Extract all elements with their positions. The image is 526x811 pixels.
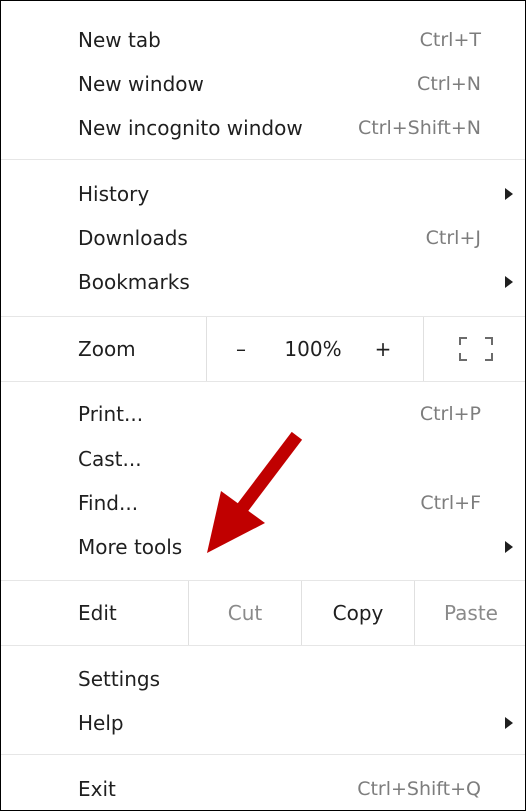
menu-item-print[interactable]: Print... Ctrl+P (1, 392, 525, 436)
menu-item-label: New window (78, 72, 204, 96)
shortcut-label: Ctrl+Shift+N (357, 117, 481, 139)
zoom-out-button[interactable]: – (223, 317, 259, 381)
paste-button[interactable]: Paste (415, 581, 526, 645)
menu-item-new-window[interactable]: New window Ctrl+N (1, 62, 525, 106)
chevron-right-icon (505, 717, 513, 729)
menu-separator (1, 645, 525, 646)
annotation-arrow-icon (207, 431, 303, 553)
menu-item-label: Cast... (78, 447, 142, 471)
menu-item-new-incognito-window[interactable]: New incognito window Ctrl+Shift+N (1, 106, 525, 150)
chevron-right-icon (505, 541, 513, 553)
menu-item-label: Downloads (78, 226, 188, 250)
cut-button[interactable]: Cut (189, 581, 301, 645)
edit-label: Edit (78, 601, 117, 625)
zoom-label: Zoom (78, 337, 136, 361)
menu-item-label: More tools (78, 535, 183, 559)
edit-row: Edit Cut Copy Paste (1, 581, 525, 645)
menu-item-label: Settings (78, 667, 161, 691)
chevron-right-icon (505, 188, 513, 200)
menu-item-downloads[interactable]: Downloads Ctrl+J (1, 216, 525, 260)
shortcut-label: Ctrl+N (417, 73, 481, 95)
fullscreen-icon[interactable] (459, 337, 493, 361)
zoom-divider (423, 317, 424, 381)
menu-item-history[interactable]: History (1, 172, 525, 216)
menu-item-label: Help (78, 711, 124, 735)
menu-item-label: New tab (78, 28, 161, 52)
shortcut-label: Ctrl+Shift+Q (357, 778, 481, 800)
menu-item-new-tab[interactable]: New tab Ctrl+T (1, 18, 525, 62)
zoom-in-button[interactable]: + (365, 317, 401, 381)
menu-item-label: Exit (78, 777, 116, 801)
shortcut-label: Ctrl+J (425, 227, 481, 249)
menu-item-help[interactable]: Help (1, 701, 525, 745)
chevron-right-icon (505, 276, 513, 288)
menu-separator (1, 159, 525, 160)
zoom-level: 100% (284, 337, 342, 361)
menu-item-label: History (78, 182, 150, 206)
menu-separator (1, 754, 525, 755)
menu-item-bookmarks[interactable]: Bookmarks (1, 260, 525, 304)
shortcut-label: Ctrl+F (420, 492, 481, 514)
shortcut-label: Ctrl+P (419, 403, 481, 425)
chrome-main-menu: New tab Ctrl+T New window Ctrl+N New inc… (0, 0, 526, 811)
shortcut-label: Ctrl+T (419, 29, 481, 51)
zoom-divider (206, 317, 207, 381)
menu-separator (1, 381, 525, 382)
menu-item-settings[interactable]: Settings (1, 657, 525, 701)
menu-item-label: New incognito window (78, 116, 303, 140)
zoom-row: Zoom – 100% + (1, 317, 525, 381)
menu-item-label: Find... (78, 491, 139, 515)
copy-button[interactable]: Copy (302, 581, 414, 645)
menu-item-label: Print... (78, 402, 144, 426)
menu-item-label: Bookmarks (78, 270, 190, 294)
menu-item-exit[interactable]: Exit Ctrl+Shift+Q (1, 767, 525, 811)
